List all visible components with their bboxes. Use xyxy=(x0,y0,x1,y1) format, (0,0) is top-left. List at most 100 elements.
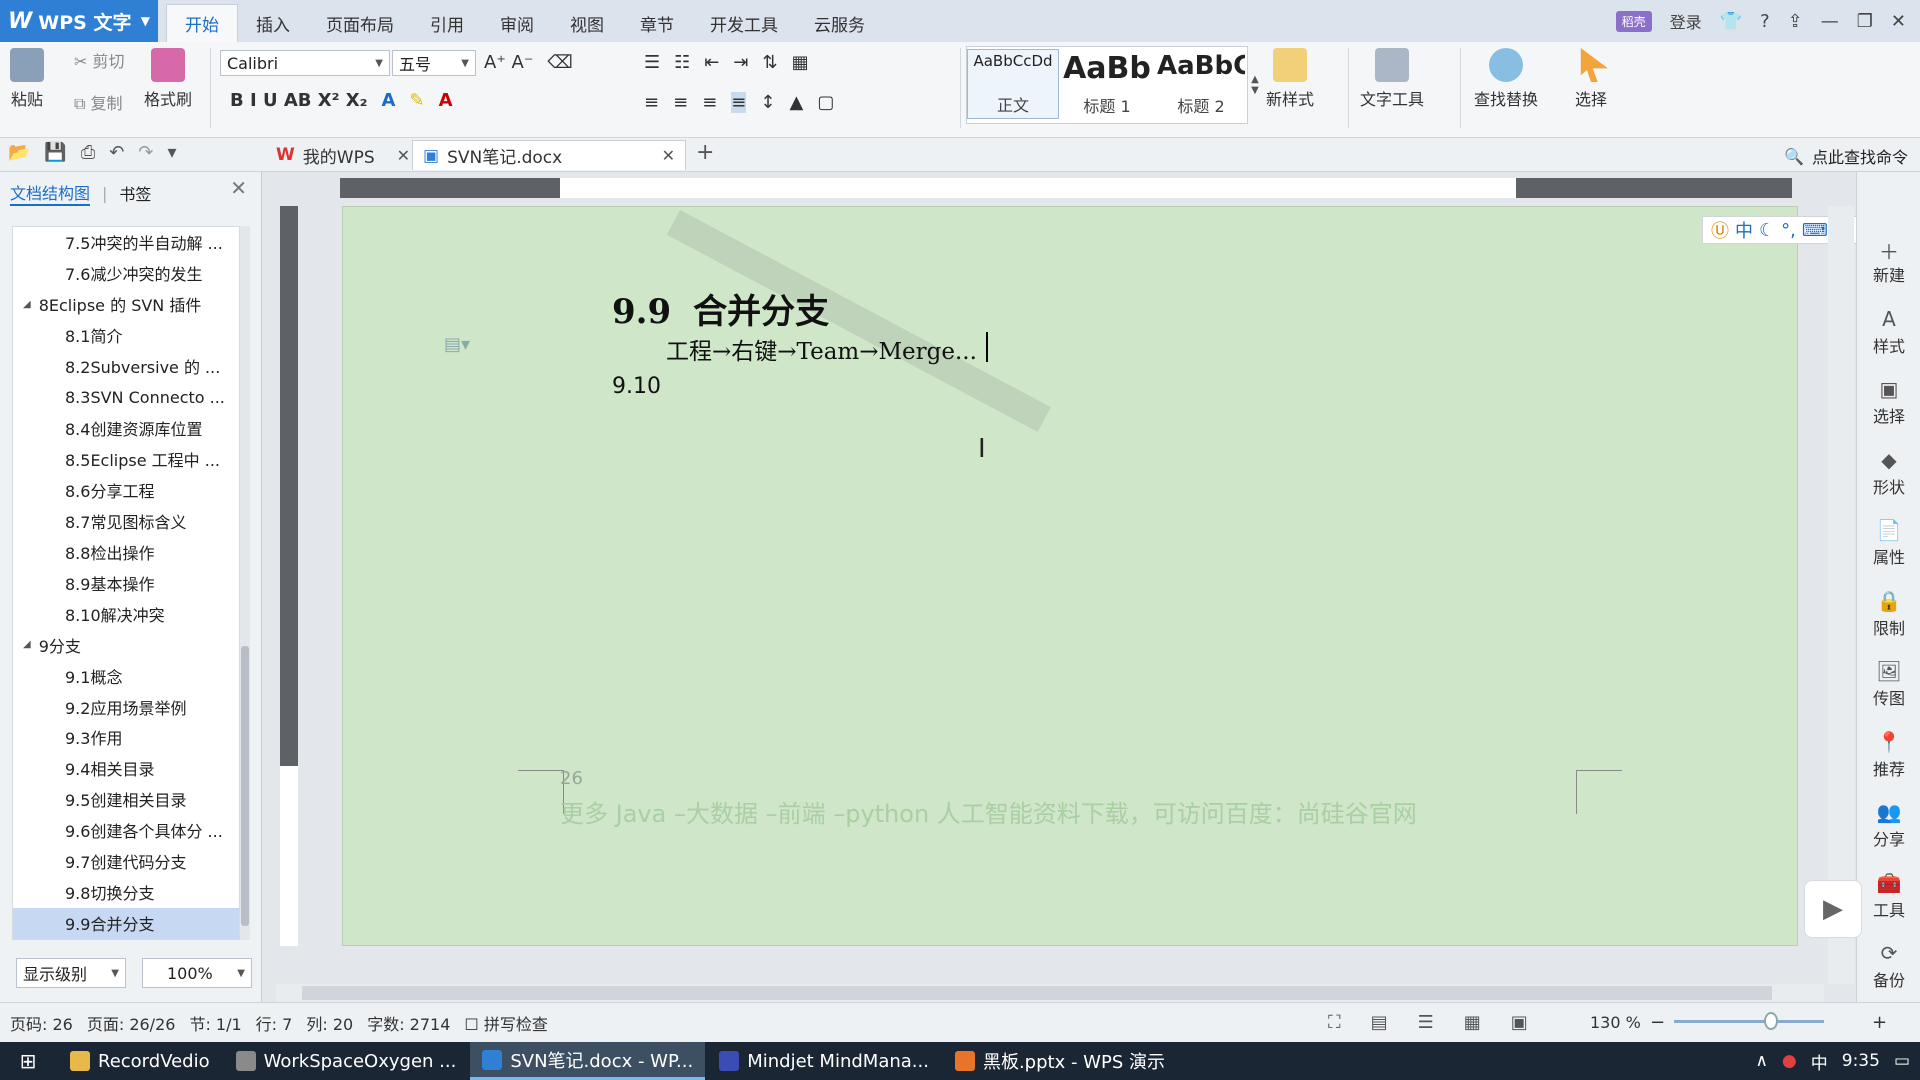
outline-item[interactable]: 9.5创建相关目录 xyxy=(13,784,239,815)
share-upload-icon[interactable]: ⇪ xyxy=(1788,11,1803,32)
style-gallery[interactable]: AaBbCcDd 正文 AaBb 标题 1 AaBbC 标题 2 xyxy=(966,46,1248,124)
restore-button[interactable]: ❐ xyxy=(1857,11,1873,32)
close-icon[interactable]: ✕ xyxy=(230,176,247,200)
font-color-icon[interactable]: A xyxy=(382,90,396,111)
status-page[interactable]: 页面: 26/26 xyxy=(87,1011,176,1035)
font-size-buttons[interactable]: A⁺ A⁻ xyxy=(484,52,533,73)
open-folder-icon[interactable]: 📂 xyxy=(8,142,30,163)
sidebar-image-button[interactable]: 🖼 传图 xyxy=(1857,659,1920,709)
app-menu-button[interactable]: W WPS 文字 ▼ xyxy=(0,0,158,42)
minimize-button[interactable]: — xyxy=(1821,11,1839,32)
status-word-count[interactable]: 字数: 2714 xyxy=(367,1011,450,1035)
skin-icon[interactable]: 👕 xyxy=(1720,11,1742,32)
daoke-badge[interactable]: 稻壳 xyxy=(1615,10,1652,32)
outline-item[interactable]: 8.8检出操作 xyxy=(13,536,239,567)
tab-0[interactable]: 开始 xyxy=(166,4,238,42)
outline-item[interactable]: 9.2应用场景举例 xyxy=(13,691,239,722)
sidebar-property-button[interactable]: 📄 属性 xyxy=(1857,518,1920,568)
zoom-slider[interactable] xyxy=(1674,1020,1824,1023)
text-color-icon[interactable]: A xyxy=(439,90,453,111)
style-2[interactable]: AaBbC 标题 2 xyxy=(1155,49,1247,119)
horizontal-ruler[interactable] xyxy=(262,172,1824,206)
sidebar-style-button[interactable]: A 样式 xyxy=(1857,307,1920,357)
indent-increase-icon[interactable]: ⇥ xyxy=(733,52,748,73)
tab-2[interactable]: 页面布局 xyxy=(308,4,412,42)
outline-item[interactable]: 9.7创建代码分支 xyxy=(13,846,239,877)
undo-icon[interactable]: ↶ xyxy=(109,142,124,163)
outline-item[interactable]: 8.1简介 xyxy=(13,320,239,351)
shading-icon[interactable]: ▲ xyxy=(789,92,803,113)
doc-tab-0[interactable]: W 我的WPS ✕ xyxy=(266,140,420,170)
sidebar-new-button[interactable]: ＋ 新建 xyxy=(1857,236,1920,286)
zoom-slider-handle[interactable] xyxy=(1764,1012,1778,1030)
tab-7[interactable]: 开发工具 xyxy=(692,4,796,42)
tray-expand-icon[interactable]: ∧ xyxy=(1755,1051,1767,1071)
taskbar-app-3[interactable]: Mindjet MindMana... xyxy=(707,1042,941,1080)
sidebar-backup-button[interactable]: ⟳ 备份 xyxy=(1857,941,1920,991)
collapse-triangle-icon[interactable]: ◢ xyxy=(23,299,31,310)
body-paragraph[interactable]: 工程→右键→Team→Merge... xyxy=(666,332,977,366)
bullet-list-icon[interactable]: ☰ xyxy=(644,52,660,73)
table-icon[interactable]: ▦ xyxy=(792,52,809,73)
collapse-triangle-icon[interactable]: ◢ xyxy=(23,639,31,650)
vertical-scrollbar[interactable] xyxy=(1828,206,1854,984)
vertical-ruler[interactable] xyxy=(280,206,298,946)
sidebar-restrict-button[interactable]: 🔒 限制 xyxy=(1857,589,1920,639)
outline-item[interactable]: ◢ 8Eclipse 的 SVN 插件 xyxy=(13,289,239,320)
next-heading-line[interactable]: 9.10 xyxy=(612,374,661,399)
paste-button[interactable]: 粘贴 xyxy=(10,48,44,110)
clock[interactable]: 9:35 xyxy=(1842,1051,1880,1071)
tab-bookmarks[interactable]: 书签 xyxy=(119,181,151,205)
style-1[interactable]: AaBb 标题 1 xyxy=(1061,49,1153,119)
outline-item[interactable]: 7.5冲突的半自动解 ... xyxy=(13,227,239,258)
zoom-out-button[interactable]: − xyxy=(1650,1012,1665,1033)
sidebar-select-button[interactable]: ▣ 选择 xyxy=(1857,377,1920,427)
section-heading[interactable]: 9.9 合并分支 xyxy=(612,284,829,333)
sidebar-shape-button[interactable]: ◆ 形状 xyxy=(1857,448,1920,498)
tab-document-map[interactable]: 文档结构图 xyxy=(10,180,91,206)
sidebar-recommend-button[interactable]: 📍 推荐 xyxy=(1857,730,1920,780)
outline-item[interactable]: 9.6创建各个具体分 ... xyxy=(13,815,239,846)
doc-tab-1[interactable]: ▣ SVN笔记.docx ✕ xyxy=(412,140,686,170)
align-center-icon[interactable]: ≡ xyxy=(673,92,688,113)
tab-5[interactable]: 视图 xyxy=(552,4,622,42)
search-command[interactable]: 🔍 点此查找命令 xyxy=(1784,144,1908,168)
find-replace-button[interactable]: 查找替换 xyxy=(1474,48,1538,110)
taskbar-app-2[interactable]: SVN笔记.docx - WP... xyxy=(470,1042,706,1080)
web-view-icon[interactable]: ▦ xyxy=(1464,1012,1481,1033)
outline-item[interactable]: 8.9基本操作 xyxy=(13,567,239,598)
notification-icon[interactable]: ▭ xyxy=(1894,1051,1910,1071)
close-button[interactable]: ✕ xyxy=(1891,11,1906,32)
list-buttons[interactable]: ☰ ☷ ⇤ ⇥ ⇅ ▦ xyxy=(644,52,809,73)
tab-8[interactable]: 云服务 xyxy=(796,4,883,42)
outline-item[interactable]: 8.5Eclipse 工程中 ... xyxy=(13,444,239,475)
font-size-combo[interactable]: 五号 ▼ xyxy=(392,50,476,76)
document-page[interactable] xyxy=(342,206,1798,946)
line-spacing-icon[interactable]: ↕ xyxy=(760,92,775,113)
ime-mode[interactable]: 中 xyxy=(1735,217,1753,243)
punctuation-icon[interactable]: °, xyxy=(1781,220,1796,241)
format-buttons[interactable]: B I U AB X² X₂ A ✎ A xyxy=(230,90,453,111)
outline-level-combo[interactable]: 显示级别 ▼ xyxy=(16,958,126,988)
nav-zoom-combo[interactable]: 100% ▼ xyxy=(142,958,252,988)
sidebar-share-button[interactable]: 👥 分享 xyxy=(1857,800,1920,850)
align-justify-icon[interactable]: ≡ xyxy=(731,92,747,113)
outline-item[interactable]: 8.6分享工程 xyxy=(13,475,239,506)
nav-scrollbar[interactable] xyxy=(240,226,250,940)
format-painter-button[interactable]: 格式刷 xyxy=(144,48,192,110)
taskbar-app-1[interactable]: WorkSpaceOxygen ... xyxy=(224,1042,469,1080)
tray-ime[interactable]: 中 xyxy=(1811,1049,1828,1074)
play-video-icon[interactable]: ▶ xyxy=(1804,880,1862,938)
text-tools-button[interactable]: 文字工具 xyxy=(1360,48,1424,110)
style-0[interactable]: AaBbCcDd 正文 xyxy=(967,49,1059,119)
indent-decrease-icon[interactable]: ⇤ xyxy=(704,52,719,73)
clear-format-icon[interactable]: ⌫ xyxy=(547,52,572,73)
bold-italic-underline-buttons[interactable]: B I U AB X² X₂ xyxy=(230,90,368,111)
read-view-icon[interactable]: ▣ xyxy=(1511,1012,1528,1033)
highlight-icon[interactable]: ✎ xyxy=(409,90,424,111)
outline-item[interactable]: 8.10解决冲突 xyxy=(13,598,239,629)
numbered-list-icon[interactable]: ☷ xyxy=(674,52,690,73)
align-right-icon[interactable]: ≡ xyxy=(702,92,717,113)
outline-item[interactable]: 9.3作用 xyxy=(13,722,239,753)
sort-icon[interactable]: ⇅ xyxy=(762,52,777,73)
